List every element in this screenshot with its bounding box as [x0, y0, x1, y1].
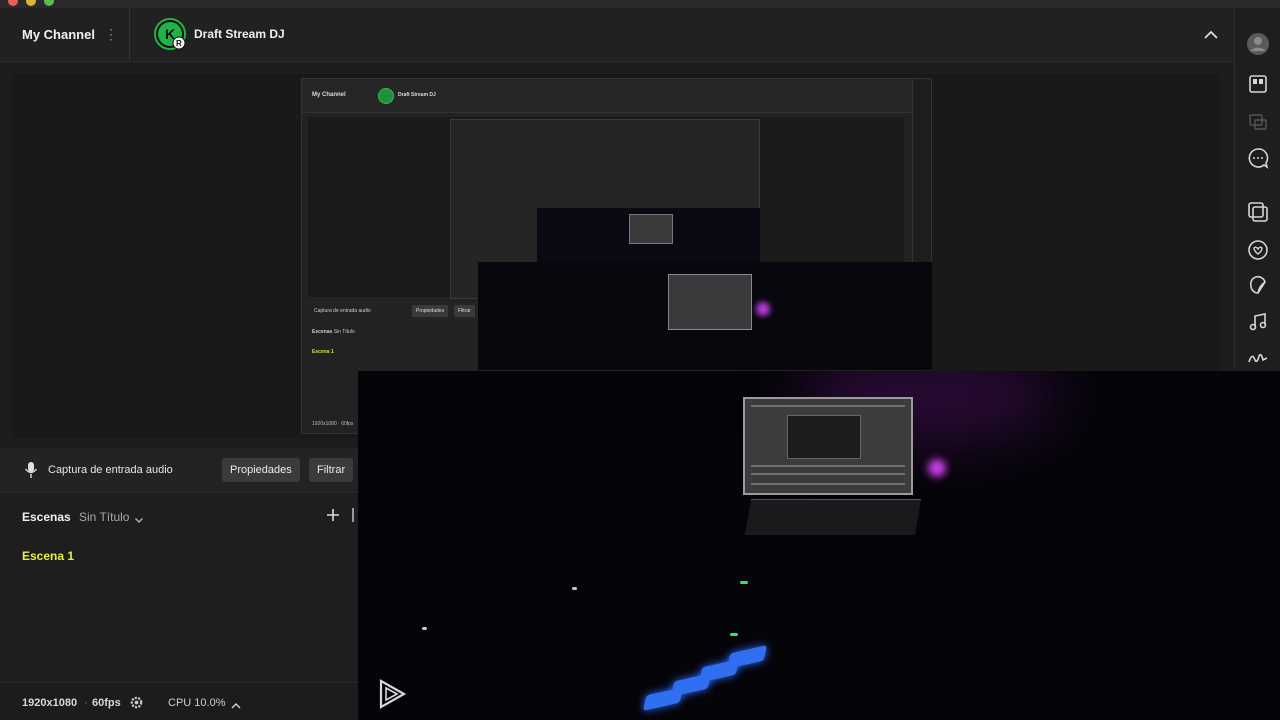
led-dot: [572, 587, 577, 590]
support-icon[interactable]: [1246, 238, 1270, 262]
logo-badge: R: [176, 39, 182, 48]
channel-logo[interactable]: K R: [154, 18, 186, 50]
laptop-image: [668, 274, 752, 330]
chevron-down-icon[interactable]: [134, 512, 144, 524]
nested-resolution: 1920x1080 · 60fps: [312, 421, 354, 427]
layout-icon[interactable]: [1246, 72, 1270, 96]
footer-separator: ·: [84, 697, 88, 709]
minimize-window-button[interactable]: [26, 0, 36, 6]
nested-audio-label: Captura de entrada audio: [314, 308, 371, 314]
microphone-icon: [24, 461, 38, 479]
scene-collection-dropdown[interactable]: Sin Título: [79, 510, 129, 524]
add-scene-button[interactable]: [325, 507, 341, 523]
maximize-window-button[interactable]: [44, 0, 54, 6]
overlay-icon[interactable]: [1246, 200, 1270, 224]
laptop-image: [629, 214, 673, 244]
stream-name: Draft Stream DJ: [194, 27, 285, 41]
window-titlebar: [0, 0, 1280, 8]
properties-button[interactable]: Propiedades: [222, 458, 300, 482]
nested-scenes-header: Escenas Sin Título: [312, 329, 355, 335]
audio-source-bar: Captura de entrada audio Propiedades Fil…: [0, 448, 358, 492]
chevron-up-icon[interactable]: [230, 698, 242, 709]
multi-screen-icon[interactable]: [1246, 110, 1270, 134]
laptop-keyboard: [744, 499, 922, 535]
nested-scene-item: Escena 1: [312, 349, 334, 355]
scene-item[interactable]: Escena 1: [22, 549, 74, 563]
led-dot: [422, 627, 427, 630]
filter-button[interactable]: Filtrar: [309, 458, 353, 482]
cpu-usage: CPU 10.0%: [168, 697, 226, 709]
channel-title[interactable]: My Channel: [22, 27, 95, 42]
nested-preview-level-3: [537, 208, 760, 262]
music-icon[interactable]: [1246, 310, 1270, 334]
sticker-icon[interactable]: [1246, 274, 1270, 298]
camera-feed: [358, 371, 1280, 720]
chat-icon[interactable]: [1246, 146, 1270, 170]
close-window-button[interactable]: [8, 0, 18, 6]
status-footer: 1920x1080 · 60fps CPU 10.0%: [0, 682, 358, 720]
scenes-panel: Escenas Sin Título Escena 1: [0, 492, 358, 682]
avatar-icon[interactable]: [1246, 32, 1270, 56]
nested-stream-name: Draft Stream DJ: [398, 92, 436, 98]
more-options-icon[interactable]: ⋮: [104, 24, 118, 44]
top-header: My Channel ⋮ K R Draft Stream DJ: [0, 8, 1234, 62]
header-divider: [129, 8, 130, 62]
laptop-image: [743, 397, 913, 495]
gear-icon[interactable]: [129, 695, 144, 710]
app-window: My Channel ⋮ K R Draft Stream DJ My Chan…: [0, 0, 1280, 720]
nested-logo: [378, 88, 394, 104]
collapse-header-button[interactable]: [1200, 24, 1222, 46]
stage-light: [756, 302, 770, 316]
scene-options-button[interactable]: [352, 508, 358, 522]
nested-scenes-title: Escenas: [312, 329, 333, 335]
dj-pad: [642, 687, 684, 711]
led-green: [730, 633, 738, 636]
nested-channel-title: My Channel: [312, 92, 346, 98]
plus-icon: [327, 509, 339, 521]
fps-label: 60fps: [92, 697, 121, 709]
stage-light: [928, 459, 946, 477]
nested-preview-level-4: [478, 262, 932, 370]
chevron-up-icon: [1204, 30, 1218, 39]
nested-scenes-collection: Sin Título: [333, 329, 355, 335]
signature-icon[interactable]: [1246, 346, 1270, 370]
nested-filter-button: Filtrar: [454, 305, 475, 317]
led-green: [740, 581, 748, 584]
kick-play-icon: [378, 679, 407, 709]
resolution-label: 1920x1080: [22, 697, 78, 709]
scenes-title: Escenas: [22, 510, 71, 524]
audio-source-label: Captura de entrada audio: [48, 464, 173, 476]
nested-properties-button: Propiedades: [412, 305, 449, 317]
